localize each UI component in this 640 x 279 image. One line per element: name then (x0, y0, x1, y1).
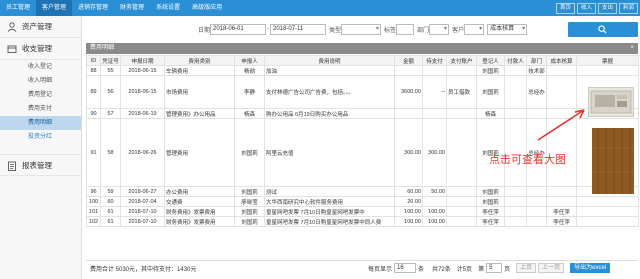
sidebar-group-label: 收支管理 (22, 44, 52, 53)
panel-header: 费用明细 × (86, 43, 638, 54)
per-page-label: 每页显示 (368, 266, 393, 273)
table-row[interactable]: 88 55 2018-06-15 车辆费用 杨勋 加油 刘国莉 技术部 (86, 65, 639, 76)
page-label: 第 (478, 266, 485, 273)
page-select[interactable]: 5 (486, 263, 503, 273)
export-excel-button[interactable]: 导出为excel (570, 263, 611, 273)
col-unpaid[interactable]: 待支付 (422, 55, 447, 66)
dept-label: 部门 (417, 27, 430, 34)
top-buttons: 首页 收入 支出 利润 (555, 3, 638, 14)
home-button[interactable]: 首页 (555, 3, 575, 14)
col-description[interactable]: 费用说明 (264, 55, 395, 66)
report-icon (8, 161, 16, 171)
main-content: 日期 2018-06-01 - 2018-07-11 类型 标签 部门 客户 成… (86, 18, 639, 277)
prev-page-button[interactable]: 上页 (516, 263, 537, 273)
panel-title: 费用明细 (90, 45, 115, 51)
annotation-arrow (537, 109, 585, 141)
col-date[interactable]: 申报日期 (120, 55, 165, 66)
col-dept[interactable]: 部门 (526, 55, 547, 66)
nav-inventory[interactable]: 进销存管理 (72, 0, 114, 16)
table-row[interactable]: 96 59 2018-06-27 办公费用 刘国莉 测试 60.00 50.00… (86, 186, 639, 197)
col-id[interactable]: ID (86, 55, 101, 66)
sidebar-item-dividend[interactable]: 投资分红 (0, 130, 81, 144)
sidebar-group-label: 报表管理 (22, 161, 52, 170)
customer-select[interactable] (464, 23, 485, 35)
search-button[interactable] (568, 22, 638, 37)
nav-finance[interactable]: 财务管理 (114, 0, 150, 16)
sidebar-item-expense-register[interactable]: 费用登记 (0, 88, 81, 102)
page-suffix: 页 (504, 266, 511, 273)
wallet-icon (7, 45, 17, 53)
receipt-thumbnail[interactable] (592, 128, 634, 194)
sidebar-item-expense-detail[interactable]: 费用明细 (0, 116, 81, 130)
date-to-input[interactable]: 2018-07-11 (270, 23, 327, 35)
nav-staff[interactable]: 员工管理 (0, 0, 36, 16)
col-amount[interactable]: 金额 (394, 55, 423, 66)
sidebar: 资产管理 收支管理 收入登记 收入明细 费用登记 费用支付 费用明细 投资分红 … (0, 16, 82, 279)
sidebar-item-income-register[interactable]: 收入登记 (0, 60, 81, 74)
dept-select[interactable] (429, 23, 450, 35)
sidebar-group-label: 资产管理 (22, 22, 52, 31)
table-row[interactable]: 100 60 2018-07-04 交通费 廖晓莹 大华西南研究中心软件服务费用… (86, 196, 639, 207)
tag-input[interactable] (396, 23, 415, 35)
expense-total: 费用合计 5030元，其中待支付：1430元 (90, 266, 197, 273)
receipt-image (590, 90, 632, 114)
profit-button[interactable]: 利润 (618, 3, 638, 14)
col-receipt[interactable]: 票据 (576, 55, 639, 66)
sidebar-group-assets[interactable]: 资产管理 (0, 16, 81, 38)
nav-advanced[interactable]: 高级版应用 (186, 0, 228, 16)
date-from-input[interactable]: 2018-06-01 (210, 23, 267, 35)
next-page-button[interactable]: 上一页 (538, 263, 565, 273)
close-icon[interactable]: × (630, 43, 634, 54)
type-select[interactable] (341, 23, 382, 35)
top-nav: 员工管理 客户管理 进销存管理 财务管理 系统设置 高级版应用 (0, 0, 228, 16)
table-header-row: ID 凭证号 申报日期 费用类别 申报人 费用说明 金额 待支付 支付账户 登记… (86, 55, 639, 66)
sidebar-item-expense-pay[interactable]: 费用支付 (0, 102, 81, 116)
col-voucher[interactable]: 凭证号 (100, 55, 121, 66)
filter-bar: 日期 2018-06-01 - 2018-07-11 类型 标签 部门 客户 成… (86, 23, 638, 35)
page-count: 计5页 (456, 266, 473, 273)
tag-label: 标签 (384, 27, 397, 34)
user-icon (7, 22, 17, 32)
table-row[interactable]: 101 61 2018-07-10 财务费用》发票费用 刘国莉 皇星网吧发票 7… (86, 206, 639, 217)
col-category[interactable]: 费用类别 (164, 55, 235, 66)
nav-settings[interactable]: 系统设置 (150, 0, 186, 16)
per-page-unit: 条 (418, 266, 425, 273)
col-registrar[interactable]: 登记人 (476, 55, 505, 66)
pagination: 每页显示 16 条 共72条 计5页 第 5 页 上页 上一页 导出为excel (368, 263, 611, 273)
receipt-image (592, 128, 634, 194)
expense-button[interactable]: 支出 (597, 3, 617, 14)
total-count: 共72条 (432, 266, 451, 273)
table-row[interactable]: 102 61 2018-07-10 财务费用》发票费用 刘国莉 皇星网吧发票 7… (86, 216, 639, 227)
per-page-select[interactable]: 16 (394, 263, 417, 273)
date-label: 日期 (198, 27, 211, 34)
sidebar-group-income-expense[interactable]: 收支管理 (0, 38, 81, 60)
sidebar-item-income-detail[interactable]: 收入明细 (0, 74, 81, 88)
customer-label: 客户 (452, 27, 465, 34)
nav-customer[interactable]: 客户管理 (36, 0, 73, 16)
col-account[interactable]: 支付账户 (446, 55, 477, 66)
sidebar-group-reports[interactable]: 报表管理 (0, 154, 81, 176)
cost-select[interactable]: 成本核算 (487, 23, 528, 35)
col-applicant[interactable]: 申报人 (234, 55, 265, 66)
receipt-thumbnail[interactable] (588, 87, 634, 117)
annotation-text: 点击可查看大图 (489, 153, 566, 166)
type-label: 类型 (329, 27, 342, 34)
search-icon (598, 25, 607, 34)
income-button[interactable]: 收入 (576, 3, 596, 14)
col-payer[interactable]: 付款人 (504, 55, 527, 66)
col-cost[interactable]: 成本核算 (546, 55, 577, 66)
